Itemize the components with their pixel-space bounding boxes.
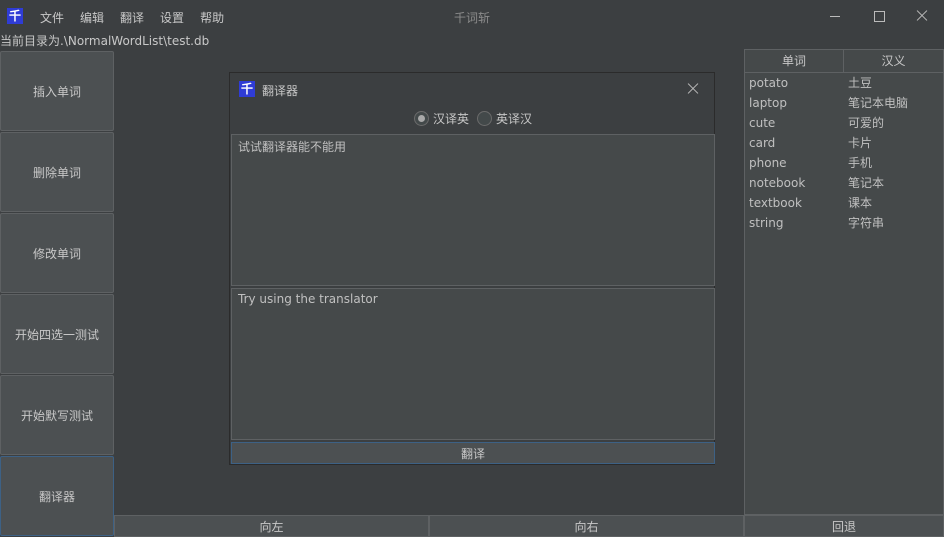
- menu-edit[interactable]: 编辑: [80, 9, 104, 26]
- radio-english-to-chinese[interactable]: 英译汉: [477, 110, 532, 127]
- table-row[interactable]: string 字符串: [745, 213, 943, 233]
- word-cell: textbook: [749, 196, 802, 210]
- table-row[interactable]: notebook 笔记本: [745, 173, 943, 193]
- result-text-area[interactable]: Try using the translator: [231, 288, 715, 440]
- table-row[interactable]: phone 手机: [745, 153, 943, 173]
- meaning-cell: 课本: [848, 196, 873, 210]
- move-left-button[interactable]: 向左: [114, 515, 429, 537]
- translator-dialog: 千 翻译器 汉译英 英译汉 试试翻译器能不能用 Try using the tr…: [229, 72, 715, 465]
- source-text-area[interactable]: 试试翻译器能不能用: [231, 134, 715, 286]
- dialog-close-icon[interactable]: [685, 81, 701, 97]
- word-cell: notebook: [749, 176, 806, 190]
- dialog-title: 翻译器: [262, 84, 299, 98]
- radio-label: 英译汉: [496, 112, 533, 126]
- meaning-cell: 土豆: [848, 76, 873, 90]
- back-button[interactable]: 回退: [744, 515, 944, 537]
- meaning-cell: 笔记本电脑: [848, 96, 909, 110]
- table-header: 单词 汉义: [745, 50, 943, 73]
- sidebar: 插入单词 删除单词 修改单词 开始四选一测试 开始默写测试 翻译器: [0, 51, 114, 537]
- meaning-cell: 字符串: [848, 216, 885, 230]
- table-row[interactable]: potato 土豆: [745, 73, 943, 93]
- move-right-button[interactable]: 向右: [429, 515, 744, 537]
- meaning-cell: 笔记本: [848, 176, 885, 190]
- column-header-word[interactable]: 单词: [745, 50, 844, 72]
- word-cell: laptop: [749, 96, 787, 110]
- app-logo-icon: 千: [7, 8, 23, 24]
- radio-chinese-to-english[interactable]: 汉译英: [413, 110, 469, 127]
- word-cell: string: [749, 216, 784, 230]
- word-cell: card: [749, 136, 776, 150]
- minimize-icon[interactable]: [826, 8, 844, 24]
- dialog-logo-icon: 千: [239, 81, 255, 97]
- word-cell: phone: [749, 156, 787, 170]
- table-row[interactable]: card 卡片: [745, 133, 943, 153]
- edit-word-button[interactable]: 修改单词: [0, 213, 114, 293]
- radio-checked-icon[interactable]: [413, 111, 429, 126]
- meaning-cell: 手机: [848, 156, 873, 170]
- meaning-cell: 卡片: [848, 136, 873, 150]
- table-row[interactable]: cute 可爱的: [745, 113, 943, 133]
- title-bar: 千 文件 编辑 翻译 设置 帮助 千词斩: [0, 0, 944, 33]
- table-row[interactable]: textbook 课本: [745, 193, 943, 213]
- menu-file[interactable]: 文件: [40, 9, 64, 26]
- menu-help[interactable]: 帮助: [200, 9, 224, 26]
- menu-translate[interactable]: 翻译: [120, 9, 144, 26]
- menu-bar: 文件 编辑 翻译 设置 帮助: [40, 9, 240, 26]
- column-header-meaning[interactable]: 汉义: [844, 50, 943, 72]
- translate-button[interactable]: 翻译: [231, 442, 715, 464]
- menu-settings[interactable]: 设置: [160, 9, 184, 26]
- translator-button[interactable]: 翻译器: [0, 456, 114, 536]
- radio-label: 汉译英: [432, 112, 469, 126]
- word-cell: cute: [749, 116, 776, 130]
- maximize-icon[interactable]: [870, 8, 888, 24]
- current-directory-label: 当前目录为.\NormalWordList\test.db: [0, 34, 210, 48]
- close-icon[interactable]: [913, 8, 931, 24]
- radio-unchecked-icon[interactable]: [477, 111, 492, 126]
- dictation-test-button[interactable]: 开始默写测试: [0, 375, 114, 455]
- direction-radio-group: 汉译英 英译汉: [230, 110, 716, 127]
- meaning-cell: 可爱的: [848, 116, 885, 130]
- insert-word-button[interactable]: 插入单词: [0, 51, 114, 131]
- word-table[interactable]: 单词 汉义 potato 土豆 laptop 笔记本电脑 cute 可爱的 card 卡…: [744, 49, 944, 515]
- delete-word-button[interactable]: 删除单词: [0, 132, 114, 212]
- word-cell: potato: [749, 76, 789, 90]
- table-row[interactable]: laptop 笔记本电脑: [745, 93, 943, 113]
- multiple-choice-test-button[interactable]: 开始四选一测试: [0, 294, 114, 374]
